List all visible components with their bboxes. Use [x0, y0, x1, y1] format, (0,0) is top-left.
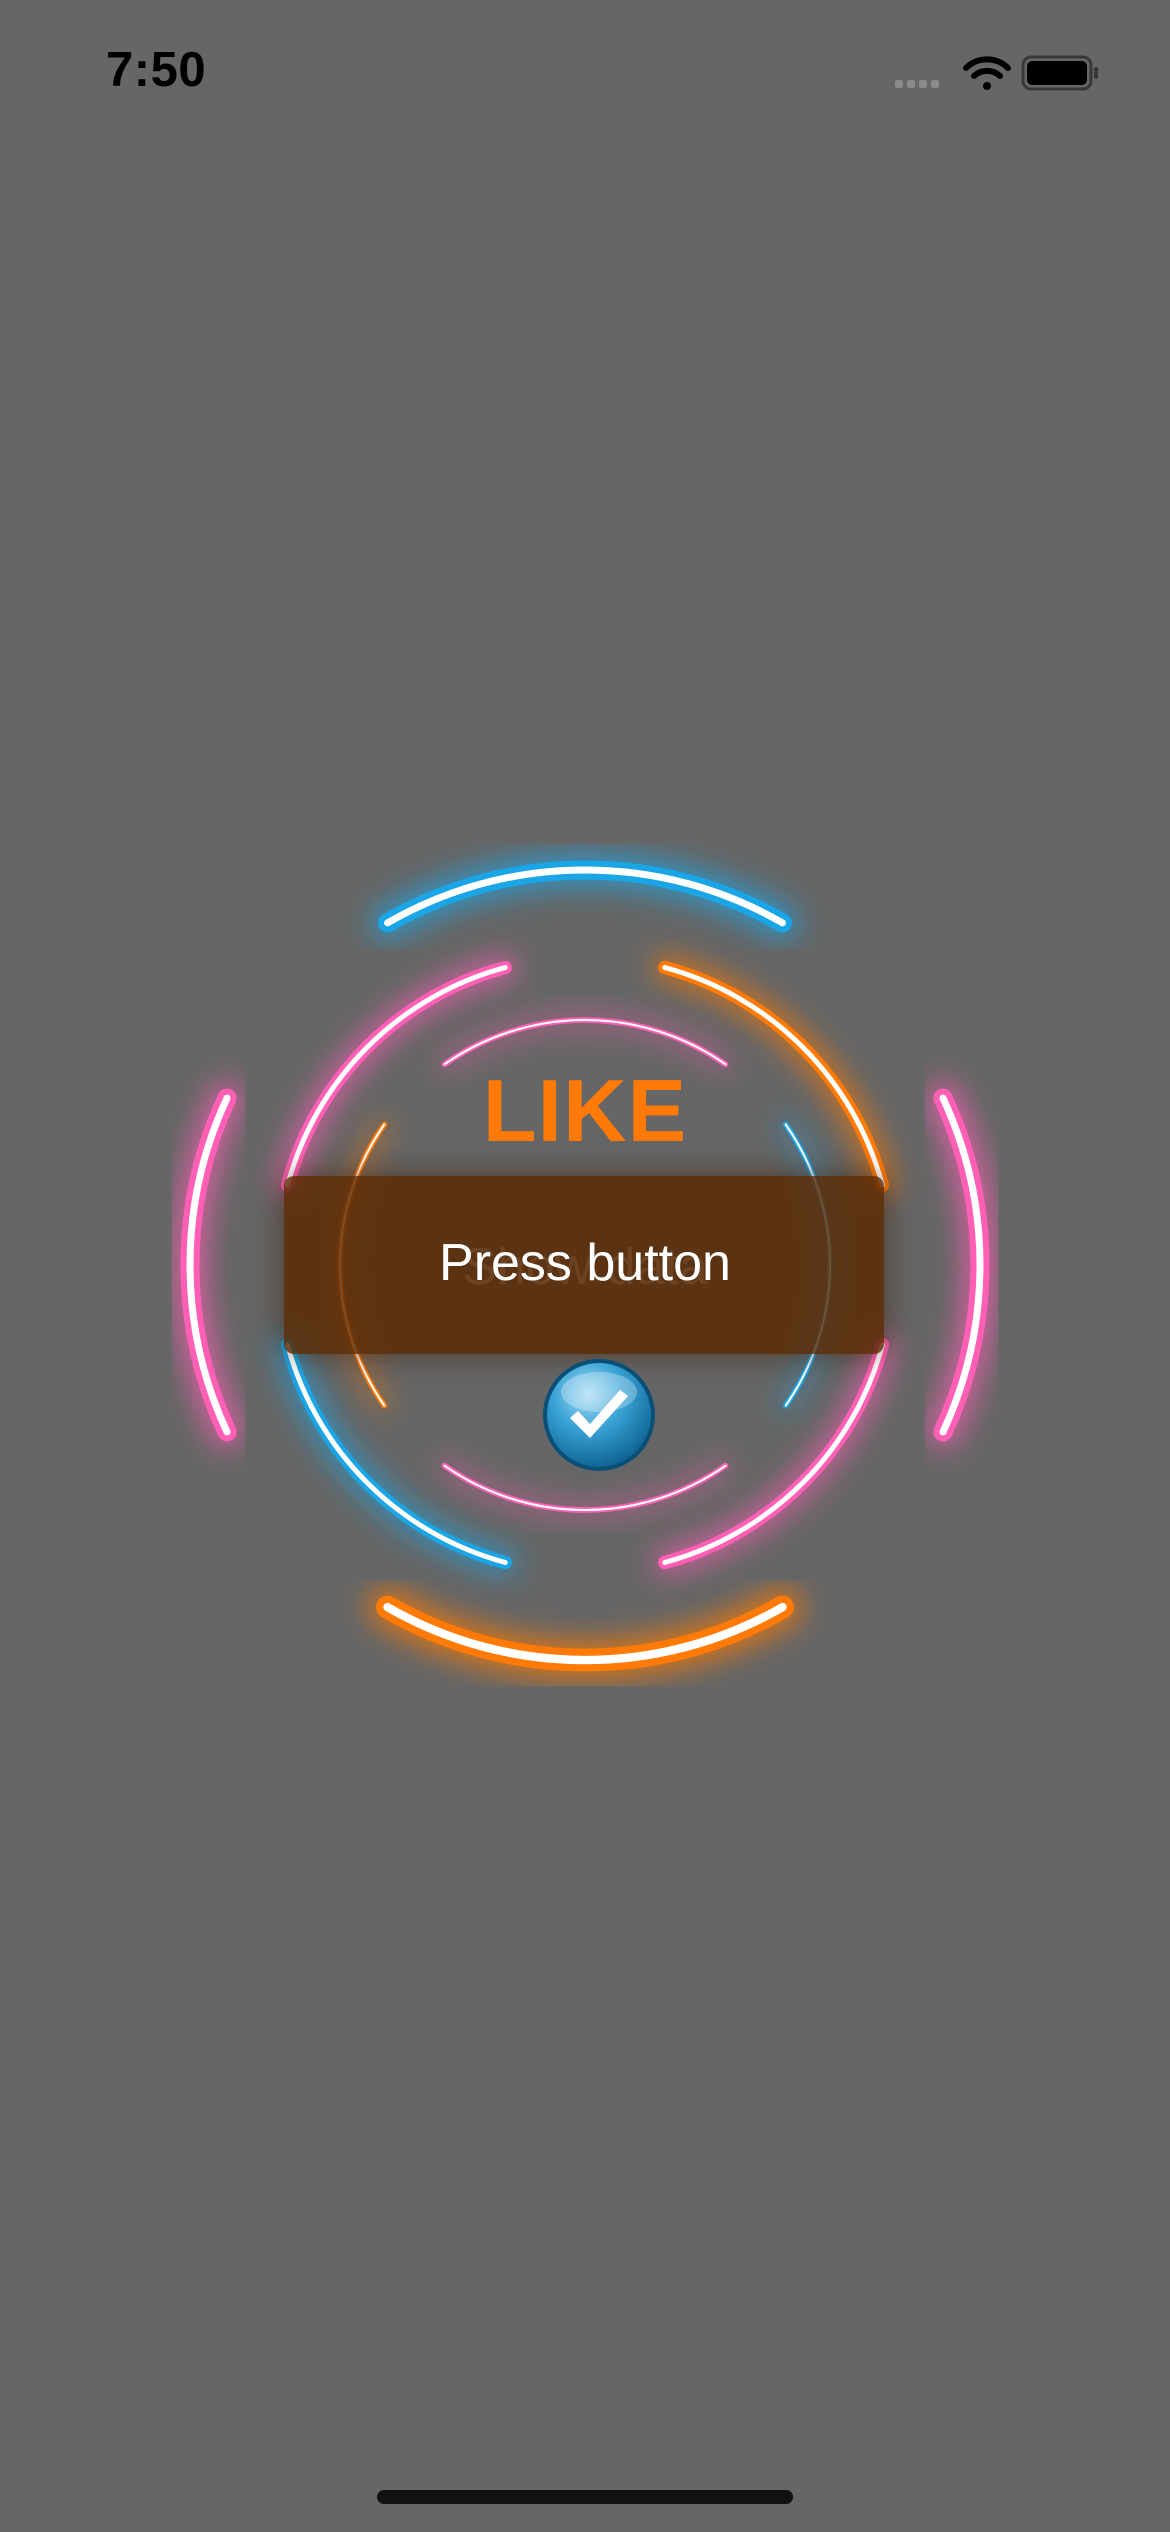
check-button[interactable]: [540, 1356, 658, 1474]
status-time: 7:50: [106, 43, 207, 97]
inner-arc-top-core: [443, 1019, 727, 1066]
like-title: LIKE: [482, 1061, 688, 1160]
outer-arc-top-glow: [371, 854, 799, 939]
screen: 7:50 LIKE Show data Press button: [0, 0, 1170, 2532]
middle-arc-bottom-left: [280, 1338, 512, 1570]
middle-arc-bottom-left-glow: [276, 1333, 517, 1574]
outer-arc-bottom-core: [383, 1602, 787, 1665]
middle-arc-bottom-right: [658, 1338, 890, 1570]
wifi-icon: [963, 56, 1011, 90]
home-indicator[interactable]: [377, 2490, 793, 2504]
middle-arc-bottom-right-core: [662, 1342, 885, 1565]
outer-arc-bottom: [376, 1595, 794, 1672]
status-icons: [895, 55, 1098, 91]
outer-arc-top: [378, 860, 792, 933]
inner-arc-top-glow: [439, 1015, 731, 1070]
outer-arc-top-core: [384, 866, 786, 927]
inner-arc-top: [441, 1017, 729, 1068]
press-button-label[interactable]: Press button: [0, 1233, 1170, 1293]
outer-arc-bottom-glow: [368, 1587, 802, 1680]
middle-arc-bottom-left-core: [285, 1342, 508, 1565]
battery-icon: [1021, 55, 1098, 91]
cellular-signal-icon: [895, 80, 939, 88]
middle-arc-bottom-right-glow: [653, 1333, 894, 1574]
